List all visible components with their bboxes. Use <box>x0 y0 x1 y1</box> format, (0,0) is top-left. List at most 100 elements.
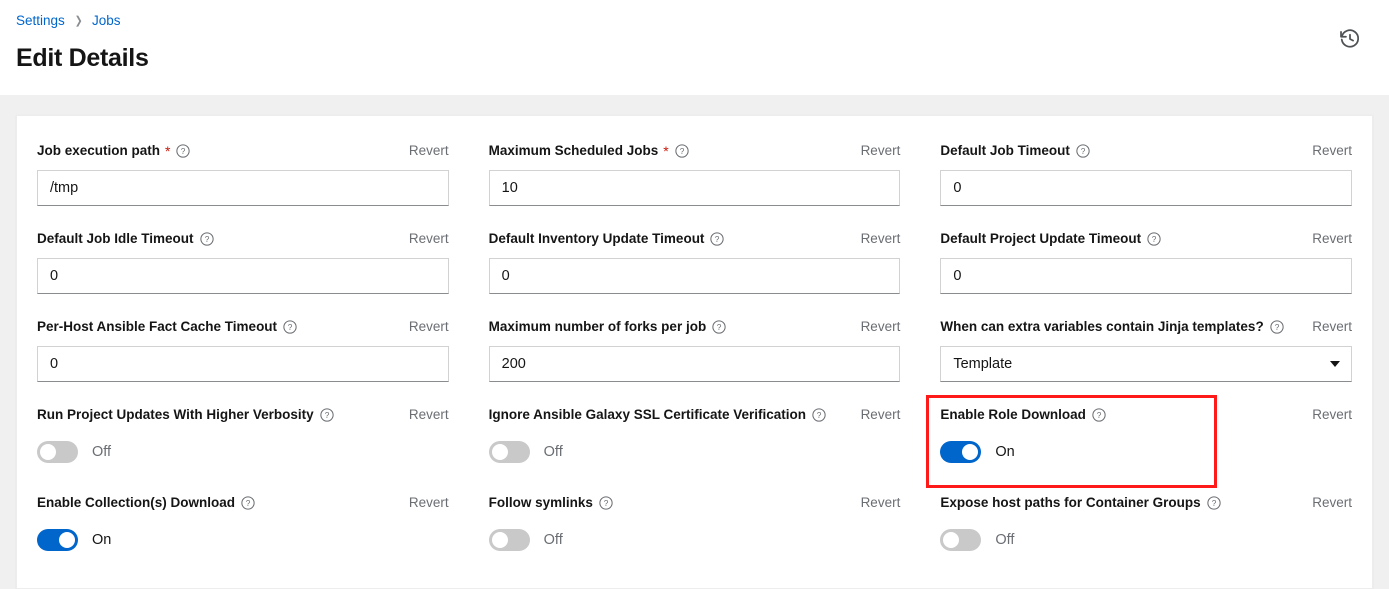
field-job-execution-path: Job execution path*?Revert <box>37 140 449 228</box>
help-circle-icon[interactable]: ? <box>1207 496 1221 510</box>
field-ignore-ansible-galaxy-ssl-certificate-verification: Ignore Ansible Galaxy SSL Certificate Ve… <box>489 404 901 492</box>
help-circle-icon[interactable]: ? <box>1147 232 1161 246</box>
field-follow-symlinks: Follow symlinks?RevertOff <box>489 492 901 580</box>
revert-link-when-can-extra-variables-contain-jinja-templates[interactable]: Revert <box>1300 320 1352 334</box>
breadcrumb: Settings ❯ Jobs <box>16 12 1373 30</box>
toggle-enable-collections-download[interactable] <box>37 529 78 551</box>
toggle-follow-symlinks[interactable] <box>489 529 530 551</box>
toggle-knob <box>40 444 56 460</box>
help-circle-icon-glyph: ? <box>176 144 190 158</box>
field-header: Enable Role Download? Revert <box>940 404 1352 425</box>
help-circle-icon[interactable]: ? <box>599 496 613 510</box>
help-circle-icon[interactable]: ? <box>241 496 255 510</box>
field-label-enable-role-download: Enable Role Download <box>940 408 1086 422</box>
field-header: Default Job Timeout?Revert <box>940 140 1352 161</box>
field-maximum-scheduled-jobs: Maximum Scheduled Jobs *? Revert <box>489 140 901 228</box>
help-circle-icon[interactable]: ? <box>1076 144 1090 158</box>
history-icon[interactable] <box>1335 24 1365 54</box>
revert-link-enable-role-download[interactable]: Revert <box>1300 408 1352 422</box>
input-default-job-idle-timeout[interactable] <box>37 258 449 294</box>
input-maximum-number-of-forks-per-job[interactable] <box>489 346 901 382</box>
field-default-inventory-update-timeout: Default Inventory Update Timeout? Revert <box>489 228 901 316</box>
toggle-enable-role-download[interactable] <box>940 441 981 463</box>
svg-text:?: ? <box>204 234 209 244</box>
svg-text:?: ? <box>715 234 720 244</box>
switch-row-enable-role-download: On <box>940 434 1352 470</box>
input-job-execution-path[interactable] <box>37 170 449 206</box>
revert-link-enable-collections-download[interactable]: Revert <box>397 496 449 510</box>
page-title: Edit Details <box>16 44 1373 73</box>
help-circle-icon[interactable]: ? <box>320 408 334 422</box>
select-when-can-extra-variables-contain-jinja-templates[interactable]: Template <box>940 346 1352 382</box>
card-wrapper: Job execution path*?RevertMaximum Schedu… <box>0 95 1389 589</box>
svg-text:?: ? <box>1152 234 1157 244</box>
revert-link-expose-host-paths-for-container-groups[interactable]: Revert <box>1300 496 1352 510</box>
svg-text:?: ? <box>1097 410 1102 420</box>
toggle-expose-host-paths-for-container-groups[interactable] <box>940 529 981 551</box>
switch-row-ignore-ansible-galaxy-ssl-certificate-verification: Off <box>489 434 901 470</box>
revert-link-default-inventory-update-timeout[interactable]: Revert <box>849 232 901 246</box>
toggle-state-label-enable-role-download: On <box>995 445 1014 460</box>
help-circle-icon-glyph: ? <box>1076 144 1090 158</box>
input-default-inventory-update-timeout[interactable] <box>489 258 901 294</box>
field-per-host-ansible-fact-cache-timeout: Per-Host Ansible Fact Cache Timeout? Reve… <box>37 316 449 404</box>
field-label-enable-collections-download: Enable Collection(s) Download <box>37 496 235 510</box>
input-per-host-ansible-fact-cache-timeout[interactable] <box>37 346 449 382</box>
breadcrumb-item-jobs[interactable]: Jobs <box>92 14 121 28</box>
field-header: Maximum Scheduled Jobs *? Revert <box>489 140 901 161</box>
help-circle-icon[interactable]: ? <box>1270 320 1284 334</box>
help-circle-icon-glyph: ? <box>320 408 334 422</box>
settings-card: Job execution path*?RevertMaximum Schedu… <box>16 115 1373 589</box>
help-circle-icon[interactable]: ? <box>710 232 724 246</box>
revert-link-default-project-update-timeout[interactable]: Revert <box>1300 232 1352 246</box>
toggle-knob <box>492 444 508 460</box>
help-circle-icon-glyph: ? <box>599 496 613 510</box>
input-default-project-update-timeout[interactable] <box>940 258 1352 294</box>
help-circle-icon[interactable]: ? <box>712 320 726 334</box>
field-label-default-project-update-timeout: Default Project Update Timeout <box>940 232 1141 246</box>
field-header: Ignore Ansible Galaxy SSL Certificate Ve… <box>489 404 901 425</box>
field-default-job-timeout: Default Job Timeout?Revert <box>940 140 1352 228</box>
field-label-per-host-ansible-fact-cache-timeout: Per-Host Ansible Fact Cache Timeout <box>37 320 277 334</box>
toggle-run-project-updates-with-higher-verbosity[interactable] <box>37 441 78 463</box>
revert-link-run-project-updates-with-higher-verbosity[interactable]: Revert <box>397 408 449 422</box>
field-label-maximum-number-of-forks-per-job: Maximum number of forks per job <box>489 320 707 334</box>
help-circle-icon[interactable]: ? <box>1092 408 1106 422</box>
help-circle-icon-glyph: ? <box>283 320 297 334</box>
toggle-ignore-ansible-galaxy-ssl-certificate-verification[interactable] <box>489 441 530 463</box>
help-circle-icon[interactable]: ? <box>283 320 297 334</box>
revert-link-default-job-idle-timeout[interactable]: Revert <box>397 232 449 246</box>
field-label-default-inventory-update-timeout: Default Inventory Update Timeout <box>489 232 705 246</box>
field-label-maximum-scheduled-jobs: Maximum Scheduled Jobs <box>489 144 659 158</box>
revert-link-maximum-scheduled-jobs[interactable]: Revert <box>849 144 901 158</box>
help-circle-icon[interactable]: ? <box>200 232 214 246</box>
help-circle-icon[interactable]: ? <box>176 144 190 158</box>
revert-link-job-execution-path[interactable]: Revert <box>397 144 449 158</box>
field-label-follow-symlinks: Follow symlinks <box>489 496 593 510</box>
svg-text:?: ? <box>246 498 251 508</box>
field-header: Default Project Update Timeout? Revert <box>940 228 1352 249</box>
field-header: Default Inventory Update Timeout? Revert <box>489 228 901 249</box>
help-circle-icon[interactable]: ? <box>812 408 826 422</box>
revert-link-per-host-ansible-fact-cache-timeout[interactable]: Revert <box>397 320 449 334</box>
breadcrumb-separator-icon: ❯ <box>74 16 82 27</box>
revert-link-maximum-number-of-forks-per-job[interactable]: Revert <box>849 320 901 334</box>
revert-link-default-job-timeout[interactable]: Revert <box>1300 144 1352 158</box>
toggle-state-label-expose-host-paths-for-container-groups: Off <box>995 533 1014 548</box>
page-header: Settings ❯ Jobs Edit Details <box>0 0 1389 95</box>
settings-form-grid: Job execution path*?RevertMaximum Schedu… <box>37 140 1352 580</box>
field-expose-host-paths-for-container-groups: Expose host paths for Container Groups?R… <box>940 492 1352 580</box>
revert-link-follow-symlinks[interactable]: Revert <box>849 496 901 510</box>
svg-text:?: ? <box>717 322 722 332</box>
svg-text:?: ? <box>679 146 684 156</box>
revert-link-ignore-ansible-galaxy-ssl-certificate-verification[interactable]: Revert <box>849 408 901 422</box>
help-circle-icon[interactable]: ? <box>675 144 689 158</box>
breadcrumb-item-settings[interactable]: Settings <box>16 14 65 28</box>
input-maximum-scheduled-jobs[interactable] <box>489 170 901 206</box>
field-header: Run Project Updates With Higher Verbosit… <box>37 404 449 425</box>
svg-text:?: ? <box>1274 322 1279 332</box>
input-default-job-timeout[interactable] <box>940 170 1352 206</box>
required-marker: * <box>663 144 668 158</box>
field-label-run-project-updates-with-higher-verbosity: Run Project Updates With Higher Verbosit… <box>37 408 314 422</box>
field-run-project-updates-with-higher-verbosity: Run Project Updates With Higher Verbosit… <box>37 404 449 492</box>
